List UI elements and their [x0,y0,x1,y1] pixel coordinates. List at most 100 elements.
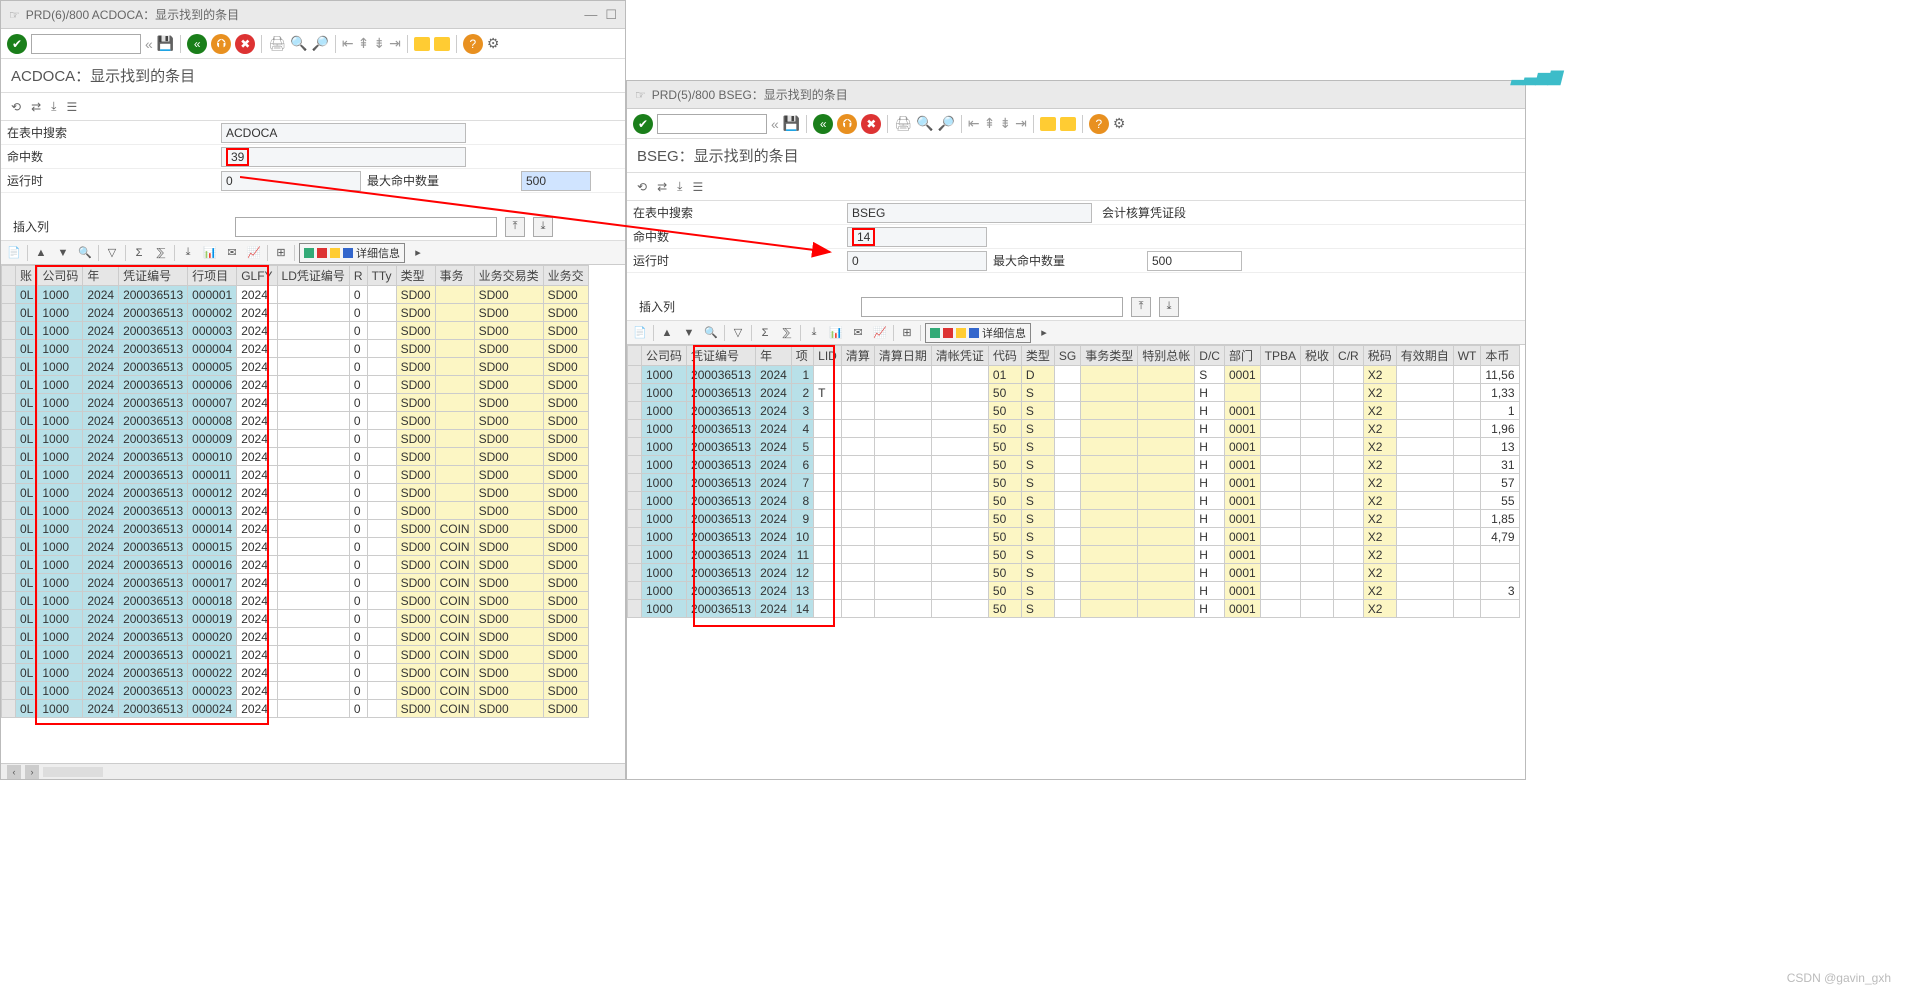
table-wrap-left[interactable]: 账公司码年凭证编号行项目GLFYLD凭证编号RTTy类型事务业务交易类业务交0L… [1,265,625,763]
table-row[interactable]: 10002000365132024450SH0001X21,96 [628,420,1520,438]
row-selector[interactable] [628,510,642,528]
back-icon[interactable]: « [187,34,207,54]
col-header[interactable]: 行项目 [188,266,237,286]
table-row[interactable]: 0L1000202420003651300000720240SD00SD00SD… [2,394,589,412]
settings-icon[interactable]: ⚙ [1113,115,1126,132]
row-selector[interactable] [2,556,16,574]
convert-icon[interactable]: ⇄ [31,100,41,114]
row-selector[interactable] [2,646,16,664]
row-selector[interactable] [2,376,16,394]
row-selector[interactable] [628,384,642,402]
find-grid-icon[interactable]: 🔍 [76,244,94,262]
table-row[interactable]: 0L1000202420003651300002020240SD00COINSD… [2,628,589,646]
table-row[interactable]: 100020003651320241450SH0001X2 [628,600,1520,618]
prev-page-icon[interactable]: ⇞ [984,115,996,132]
row-selector[interactable] [628,474,642,492]
col-header[interactable]: 事务 [435,266,474,286]
row-selector[interactable] [2,628,16,646]
row-selector[interactable] [2,538,16,556]
table-row[interactable]: 10002000365132024101DS0001X211,56 [628,366,1520,384]
table-row[interactable]: 0L1000202420003651300002120240SD00COINSD… [2,646,589,664]
minimize-icon[interactable]: — [584,7,597,23]
table-row[interactable]: 0L1000202420003651300001420240SD00COINSD… [2,520,589,538]
row-selector[interactable] [628,366,642,384]
row-selector-header[interactable] [2,266,16,286]
table-row[interactable]: 100020003651320241250SH0001X2 [628,564,1520,582]
hscroll-left[interactable]: ‹ › [1,763,625,779]
shortcut-icon[interactable] [434,37,450,51]
table-row[interactable]: 0L1000202420003651300001020240SD00SD00SD… [2,448,589,466]
graph-icon[interactable]: 📈 [245,244,263,262]
sort-desc-icon[interactable]: ▼ [680,324,698,342]
row-selector[interactable] [2,340,16,358]
table-row[interactable]: 0L1000202420003651300000320240SD00SD00SD… [2,322,589,340]
col-header[interactable]: 税码 [1363,346,1396,366]
col-header[interactable]: R [349,266,367,286]
print-icon[interactable]: 🖨 [268,35,286,52]
table-row[interactable]: 10002000365132024350SH0001X21 [628,402,1520,420]
insert-conf-icon[interactable]: ⤓ [1159,297,1179,317]
graph-icon[interactable]: 📈 [871,324,889,342]
col-header[interactable]: SG [1054,346,1080,366]
subtotal-icon[interactable]: ⅀ [778,324,796,342]
last-page-icon[interactable]: ⇥ [1015,115,1027,132]
insert-conf-icon[interactable]: ⤓ [533,217,553,237]
col-header[interactable]: LD凭证编号 [277,266,349,286]
col-header[interactable]: 事务类型 [1081,346,1138,366]
col-header[interactable]: D/C [1195,346,1225,366]
sort-desc-icon[interactable]: ▼ [54,244,72,262]
detail-info-button[interactable]: 详细信息 [925,323,1031,343]
save-icon[interactable]: 💾 [783,115,800,132]
history-back-icon[interactable]: « [145,36,153,52]
row-selector[interactable] [2,664,16,682]
table-row[interactable]: 0L1000202420003651300000220240SD00SD00SD… [2,304,589,322]
layout-icon[interactable]: ⊞ [272,244,290,262]
row-selector[interactable] [2,394,16,412]
row-selector-header[interactable] [628,346,642,366]
table-row[interactable]: 0L1000202420003651300001620240SD00COINSD… [2,556,589,574]
export-icon[interactable]: ⤓ [677,179,682,194]
col-header[interactable]: TPBA [1260,346,1300,366]
sort-asc-icon[interactable]: ▲ [658,324,676,342]
convert-icon[interactable]: ⇄ [657,180,667,194]
row-selector[interactable] [2,358,16,376]
col-header[interactable]: GLFY [237,266,277,286]
row-selector[interactable] [2,322,16,340]
col-header[interactable]: 凭证编号 [687,346,756,366]
table-row[interactable]: 0L1000202420003651300002320240SD00COINSD… [2,682,589,700]
exit-icon[interactable]: ⮉ [211,34,231,54]
list-icon[interactable]: ☰ [692,180,703,194]
accept-icon[interactable]: ✔ [633,114,653,134]
row-selector[interactable] [2,448,16,466]
row-selector[interactable] [628,492,642,510]
col-header[interactable]: 税收 [1301,346,1334,366]
layout-icon[interactable]: ⊞ [898,324,916,342]
table-row[interactable]: 0L1000202420003651300001720240SD00COINSD… [2,574,589,592]
table-row[interactable]: 10002000365132024750SH0001X257 [628,474,1520,492]
col-header[interactable]: 公司码 [38,266,83,286]
row-selector[interactable] [628,582,642,600]
first-page-icon[interactable]: ⇤ [968,115,980,132]
col-header[interactable]: 特别总帐 [1138,346,1195,366]
find-next-icon[interactable]: 🔎 [311,35,328,52]
refresh-icon[interactable]: ⟲ [11,100,21,114]
row-selector[interactable] [2,682,16,700]
table-row[interactable]: 0L1000202420003651300001520240SD00COINSD… [2,538,589,556]
subtotal-icon[interactable]: ⅀ [152,244,170,262]
sum-icon[interactable]: Σ [130,244,148,262]
table-row[interactable]: 100020003651320241050SH0001X24,79 [628,528,1520,546]
table-row[interactable]: 0L1000202420003651300001820240SD00COINSD… [2,592,589,610]
list-icon[interactable]: ☰ [66,100,77,114]
next-page-icon[interactable]: ⇟ [373,35,385,52]
maxhits-value[interactable]: 500 [521,171,591,191]
table-row[interactable]: 0L1000202420003651300000920240SD00SD00SD… [2,430,589,448]
maxhits-value[interactable]: 500 [1147,251,1242,271]
mail-icon[interactable]: ✉ [223,244,241,262]
cancel-icon[interactable]: ✖ [861,114,881,134]
col-header[interactable]: 业务交易类 [474,266,543,286]
scroll-track[interactable] [43,767,103,777]
search-value[interactable]: ACDOCA [221,123,466,143]
col-header[interactable]: 清帐凭证 [931,346,988,366]
table-wrap-right[interactable]: 公司码凭证编号年项LID清算清算日期清帐凭证代码类型SG事务类型特别总帐D/C部… [627,345,1525,779]
table-row[interactable]: 0L1000202420003651300001320240SD00SD00SD… [2,502,589,520]
